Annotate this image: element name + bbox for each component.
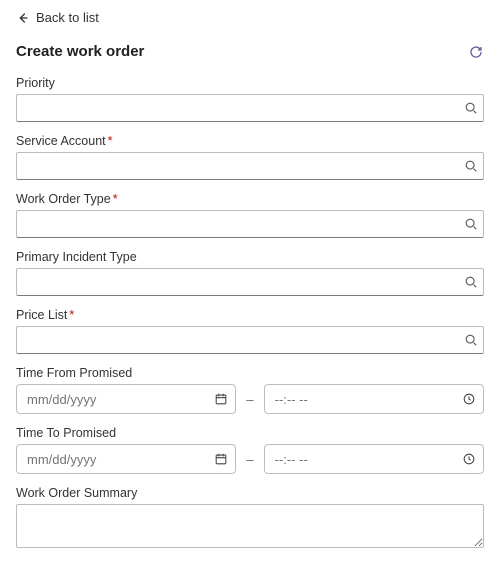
arrow-left-icon xyxy=(16,11,30,25)
time-to-separator: – xyxy=(246,452,253,467)
primary-incident-type-input[interactable] xyxy=(16,268,484,296)
search-icon[interactable] xyxy=(464,159,478,173)
calendar-icon[interactable] xyxy=(214,392,228,406)
price-list-input[interactable] xyxy=(16,326,484,354)
search-icon[interactable] xyxy=(464,333,478,347)
service-account-input[interactable] xyxy=(16,152,484,180)
time-from-date-input[interactable] xyxy=(16,384,236,414)
refresh-icon[interactable] xyxy=(468,44,484,60)
time-to-label: Time To Promised xyxy=(16,426,484,440)
clock-icon[interactable] xyxy=(462,392,476,406)
time-from-time-input[interactable] xyxy=(264,384,484,414)
time-to-date-input[interactable] xyxy=(16,444,236,474)
time-to-time-input[interactable] xyxy=(264,444,484,474)
work-order-type-input[interactable] xyxy=(16,210,484,238)
work-order-type-label: Work Order Type* xyxy=(16,192,484,206)
time-from-label: Time From Promised xyxy=(16,366,484,380)
price-list-label: Price List* xyxy=(16,308,484,322)
calendar-icon[interactable] xyxy=(214,452,228,466)
search-icon[interactable] xyxy=(464,101,478,115)
back-to-list-link[interactable]: Back to list xyxy=(16,10,99,25)
service-account-label: Service Account* xyxy=(16,134,484,148)
time-from-separator: – xyxy=(246,392,253,407)
priority-label: Priority xyxy=(16,76,484,90)
search-icon[interactable] xyxy=(464,275,478,289)
summary-textarea[interactable] xyxy=(16,504,484,548)
summary-label: Work Order Summary xyxy=(16,486,484,500)
back-to-list-label: Back to list xyxy=(36,10,99,25)
primary-incident-type-label: Primary Incident Type xyxy=(16,250,484,264)
page-title: Create work order xyxy=(16,43,144,60)
search-icon[interactable] xyxy=(464,217,478,231)
clock-icon[interactable] xyxy=(462,452,476,466)
priority-input[interactable] xyxy=(16,94,484,122)
